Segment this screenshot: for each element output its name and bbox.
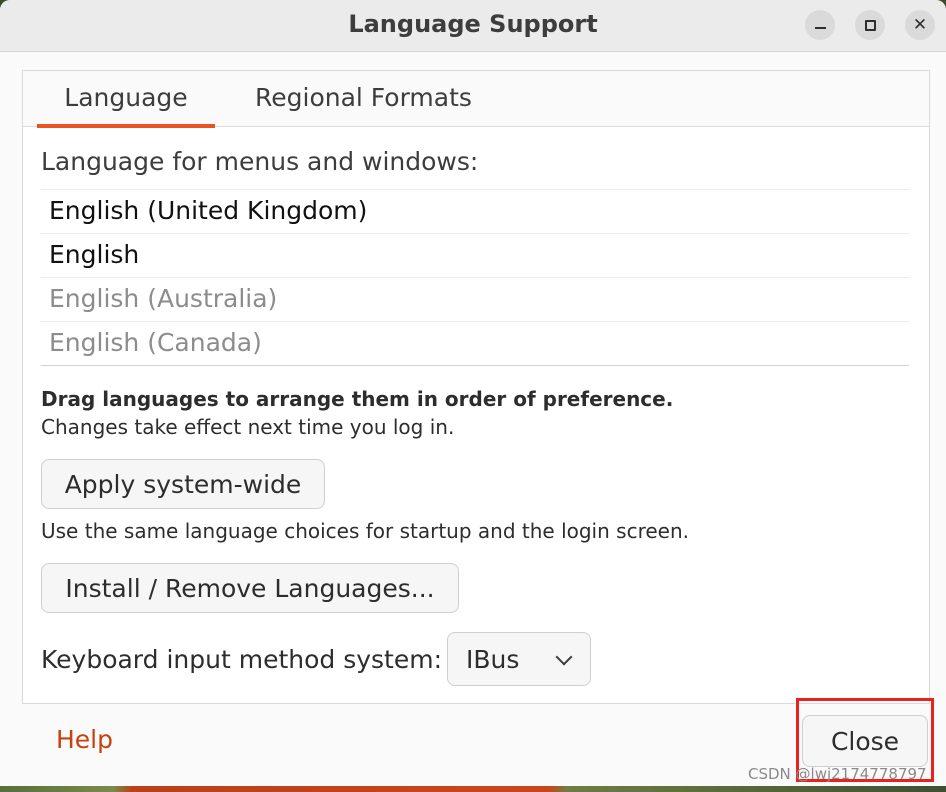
language-list[interactable]: English (United Kingdom) English English… bbox=[41, 189, 909, 366]
keyboard-input-label: Keyboard input method system: bbox=[41, 645, 443, 674]
dialog-footer: Help Close CSDN @lwj2174778797 bbox=[0, 698, 946, 786]
list-divider bbox=[41, 365, 909, 366]
window-close-button[interactable]: ✕ bbox=[905, 10, 935, 40]
minimize-button[interactable] bbox=[805, 10, 835, 40]
tab-language[interactable]: Language bbox=[37, 83, 215, 128]
list-item[interactable]: English (Australia) bbox=[41, 277, 909, 321]
language-support-window: Language Support ✕ Language Regional For… bbox=[0, 0, 946, 786]
close-icon: ✕ bbox=[912, 14, 928, 35]
drag-hint: Drag languages to arrange them in order … bbox=[41, 387, 674, 411]
list-item[interactable]: English (United Kingdom) bbox=[41, 189, 909, 233]
tab-regional-formats[interactable]: Regional Formats bbox=[243, 83, 484, 127]
maximize-button[interactable] bbox=[855, 10, 885, 40]
list-item[interactable]: English (Canada) bbox=[41, 321, 909, 365]
tab-bar: Language Regional Formats bbox=[23, 71, 929, 128]
minimize-icon bbox=[814, 27, 826, 29]
watermark: CSDN @lwj2174778797 bbox=[748, 765, 927, 783]
apply-system-wide-button[interactable]: Apply system-wide bbox=[41, 459, 325, 509]
chevron-down-icon bbox=[555, 648, 573, 666]
close-button[interactable]: Close bbox=[802, 715, 928, 767]
language-section-label: Language for menus and windows: bbox=[41, 147, 479, 176]
apply-hint: Use the same language choices for startu… bbox=[41, 519, 689, 543]
title-bar[interactable]: Language Support ✕ bbox=[0, 0, 946, 52]
effect-hint: Changes take effect next time you log in… bbox=[41, 415, 455, 439]
maximize-icon bbox=[864, 19, 876, 31]
keyboard-input-method-select[interactable]: IBus bbox=[447, 632, 591, 686]
tab-notebook: Language Regional Formats Language for m… bbox=[22, 70, 930, 704]
help-button[interactable]: Help bbox=[56, 725, 113, 754]
list-item[interactable]: English bbox=[41, 233, 909, 277]
keyboard-input-method-value: IBus bbox=[466, 645, 520, 674]
install-remove-languages-button[interactable]: Install / Remove Languages... bbox=[41, 563, 459, 613]
